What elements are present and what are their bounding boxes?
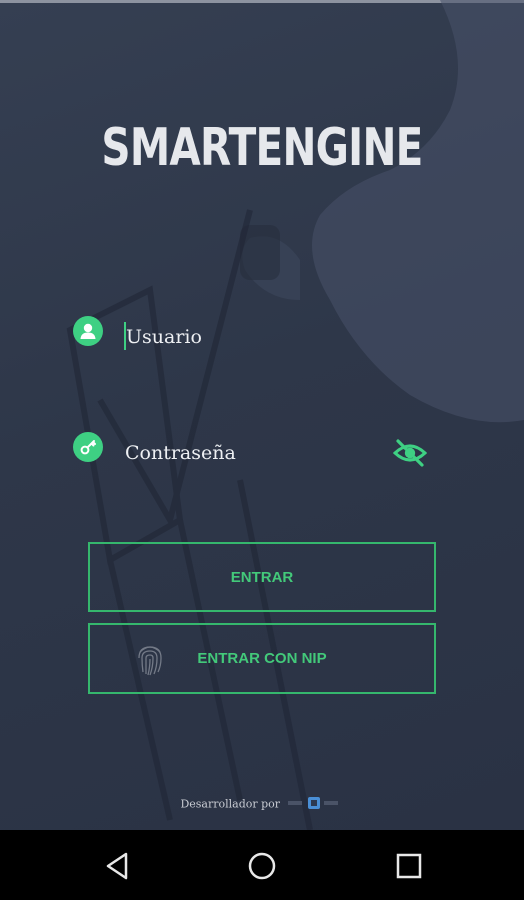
home-icon[interactable] <box>246 850 278 882</box>
developer-logo <box>287 796 344 813</box>
recents-icon[interactable] <box>393 850 425 882</box>
enter-button-label: ENTRAR <box>230 568 294 586</box>
enter-button[interactable]: ENTRAR <box>88 542 436 612</box>
password-input[interactable] <box>125 438 375 468</box>
navigation-bar <box>0 830 524 900</box>
developer-credit: Desarrollador por <box>0 796 524 813</box>
username-input[interactable] <box>126 322 426 352</box>
back-icon[interactable] <box>102 850 134 882</box>
fingerprint-icon <box>136 641 164 681</box>
app-logo: SMARTENGINE <box>101 118 423 178</box>
developer-text: Desarrollador por <box>180 797 281 811</box>
login-screen: SMARTENGINE ENTRAR <box>0 0 524 830</box>
enter-with-nip-label: ENTRAR CON NIP <box>197 650 327 667</box>
key-icon <box>73 432 103 462</box>
eye-off-icon[interactable] <box>392 437 428 469</box>
enter-with-nip-button[interactable]: ENTRAR CON NIP <box>88 623 436 694</box>
user-icon <box>73 316 103 346</box>
